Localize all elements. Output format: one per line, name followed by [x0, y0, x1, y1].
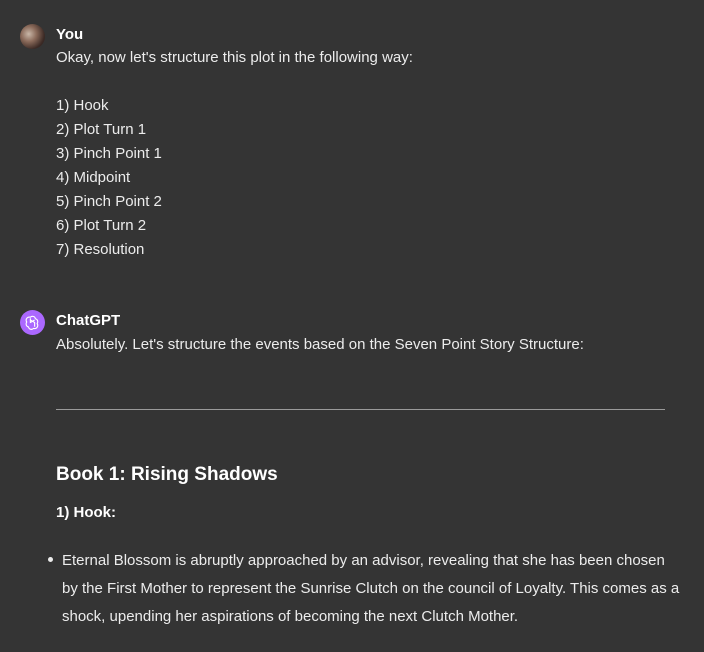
list-item: Eternal Blossom is abruptly approached b… [46, 547, 680, 631]
list-item: 6) Plot Turn 2 [56, 217, 147, 234]
list-item: 7) Resolution [56, 241, 145, 258]
bullet-icon [48, 557, 53, 562]
user-avatar [20, 24, 45, 49]
assistant-author-name: ChatGPT [56, 312, 121, 329]
user-message-content: You Okay, now let's structure this plot … [56, 24, 680, 262]
list-item: 3) Pinch Point 1 [56, 145, 162, 162]
list-item: 4) Midpoint [56, 169, 131, 186]
user-author-name: You [56, 26, 84, 43]
bullet-text: Eternal Blossom is abruptly approached b… [62, 552, 680, 625]
assistant-message-content: ChatGPT Absolutely. Let's structure the … [56, 310, 680, 358]
divider [56, 409, 665, 410]
list-item: 2) Plot Turn 1 [56, 121, 147, 138]
bullet-list: Eternal Blossom is abruptly approached b… [46, 547, 680, 631]
book-title: Book 1: Rising Shadows [56, 464, 278, 485]
user-message-list: 1) Hook 2) Plot Turn 1 3) Pinch Point 1 … [56, 94, 680, 262]
list-item: 1) Hook [56, 97, 109, 114]
list-item: 5) Pinch Point 2 [56, 193, 162, 210]
assistant-intro-text: Absolutely. Let's structure the events b… [56, 336, 584, 353]
user-message-text: Okay, now let's structure this plot in t… [56, 49, 413, 66]
section-heading: 1) Hook: [56, 504, 116, 521]
openai-logo-icon [20, 310, 45, 335]
chat-thread: You Okay, now let's structure this plot … [0, 0, 704, 652]
